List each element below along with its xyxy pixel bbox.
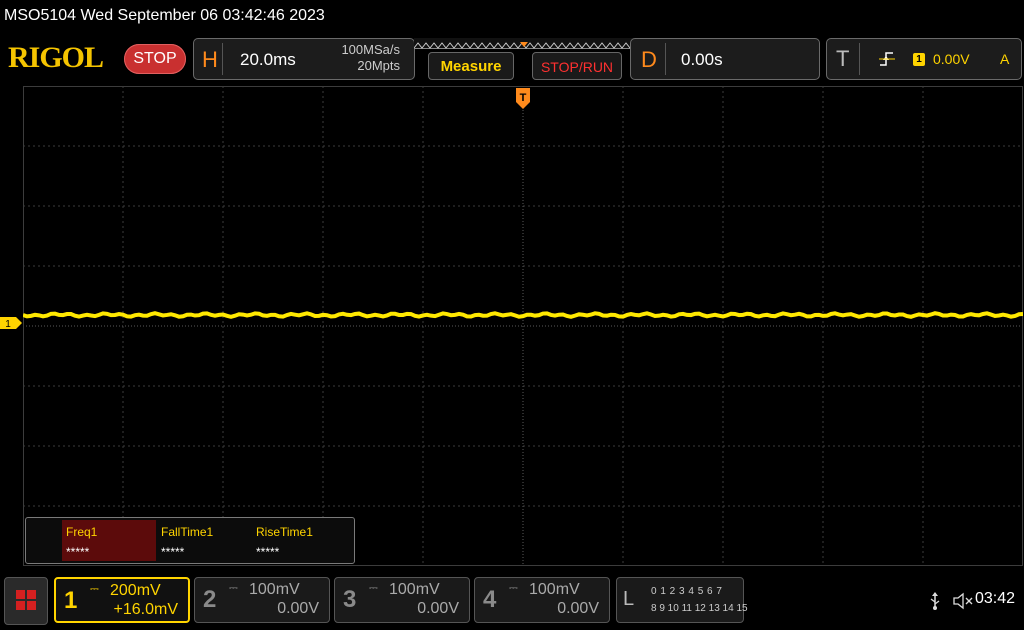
measurement-risetime[interactable]: RiseTime1 *****	[252, 520, 346, 561]
measurement-value: *****	[161, 545, 185, 559]
logic-letter: L	[623, 588, 635, 610]
memory-overview-strip[interactable]	[413, 38, 635, 49]
divider	[859, 43, 860, 75]
channel1-marker-label: 1	[5, 319, 11, 330]
sample-rate: 100MSa/s	[341, 42, 400, 57]
measurement-falltime[interactable]: FallTime1 *****	[157, 520, 251, 561]
horizontal-panel[interactable]: H 20.0ms 100MSa/s 20Mpts	[193, 38, 415, 80]
speaker-muted-icon[interactable]	[952, 591, 974, 611]
channel-3-button[interactable]: 3 ⎓ 100mV 0.00V	[334, 577, 470, 623]
delay-letter: D	[641, 47, 657, 72]
measure-button[interactable]: Measure	[428, 52, 514, 80]
delay-panel[interactable]: D 0.00s	[630, 38, 820, 80]
grid-menu-icon	[16, 590, 36, 610]
trigger-position-marker[interactable]: T	[515, 87, 531, 111]
measurement-label: RiseTime1	[256, 525, 313, 539]
channel-number: 2	[203, 586, 217, 613]
memory-depth: 20Mpts	[357, 58, 400, 73]
channel1-trace	[23, 311, 1023, 319]
channel-offset: 0.00V	[277, 600, 319, 617]
trigger-level: 0.00V	[933, 51, 970, 67]
logic-channels-row1: 0 1 2 3 4 5 6 7	[651, 586, 723, 597]
dc-coupling-icon: ⎓	[509, 582, 518, 594]
delay-value: 0.00s	[681, 50, 723, 69]
channel-offset: 0.00V	[417, 600, 459, 617]
dc-coupling-icon: ⎓	[369, 582, 378, 594]
measurement-value: *****	[256, 545, 280, 559]
stop-run-button[interactable]: STOP/RUN	[532, 52, 622, 80]
divider	[222, 43, 223, 75]
clock: 03:42	[975, 590, 1016, 607]
measurement-label: Freq1	[66, 525, 98, 539]
trigger-letter: T	[836, 46, 850, 71]
measurement-label: FallTime1	[161, 525, 214, 539]
channel-4-button[interactable]: 4 ⎓ 100mV 0.00V	[474, 577, 610, 623]
dc-coupling-icon: ⎓	[90, 583, 99, 595]
rigol-logo: RIGOL	[8, 41, 104, 74]
dc-coupling-icon: ⎓	[229, 582, 238, 594]
run-state-badge[interactable]: STOP	[124, 44, 186, 74]
home-menu-button[interactable]	[4, 577, 48, 625]
device-title: MSO5104 Wed September 06 03:42:46 2023	[4, 7, 325, 24]
logic-channels-row2: 8 9 10 11 12 13 14 15	[651, 603, 748, 614]
channel-scale: 100mV	[389, 581, 440, 598]
channel-1-button[interactable]: 1 ⎓ 200mV +16.0mV	[54, 577, 190, 623]
channel-offset: 0.00V	[557, 600, 599, 617]
trigger-panel[interactable]: T 1 0.00V A	[826, 38, 1022, 80]
measurement-panel: Freq1 ***** FallTime1 ***** RiseTime1 **…	[25, 517, 355, 564]
grid-center-axes	[23, 86, 1023, 566]
trigger-marker-label: T	[520, 92, 527, 104]
measurement-freq[interactable]: Freq1 *****	[62, 520, 156, 561]
measurement-value: *****	[66, 545, 90, 559]
channel-number: 1	[64, 587, 78, 614]
waveform-display[interactable]	[23, 86, 1023, 566]
channel-scale: 100mV	[529, 581, 580, 598]
channel-number: 4	[483, 586, 497, 613]
channel-scale: 200mV	[110, 582, 161, 599]
channel-number: 3	[343, 586, 357, 613]
trigger-mode: A	[1000, 51, 1010, 67]
channel-scale: 100mV	[249, 581, 300, 598]
channel1-offset-marker[interactable]: 1	[0, 316, 24, 330]
timebase-value: 20.0ms	[240, 50, 296, 69]
divider	[665, 43, 666, 75]
usb-icon	[930, 592, 940, 610]
channel-2-button[interactable]: 2 ⎓ 100mV 0.00V	[194, 577, 330, 623]
rising-edge-icon	[879, 52, 895, 66]
overview-wave-icon	[413, 42, 635, 49]
horizontal-letter: H	[202, 47, 218, 72]
logic-analyzer-button[interactable]: L 0 1 2 3 4 5 6 7 8 9 10 11 12 13 14 15	[616, 577, 748, 623]
trigger-source-badge: 1	[913, 53, 925, 66]
channel-offset: +16.0mV	[113, 601, 178, 618]
